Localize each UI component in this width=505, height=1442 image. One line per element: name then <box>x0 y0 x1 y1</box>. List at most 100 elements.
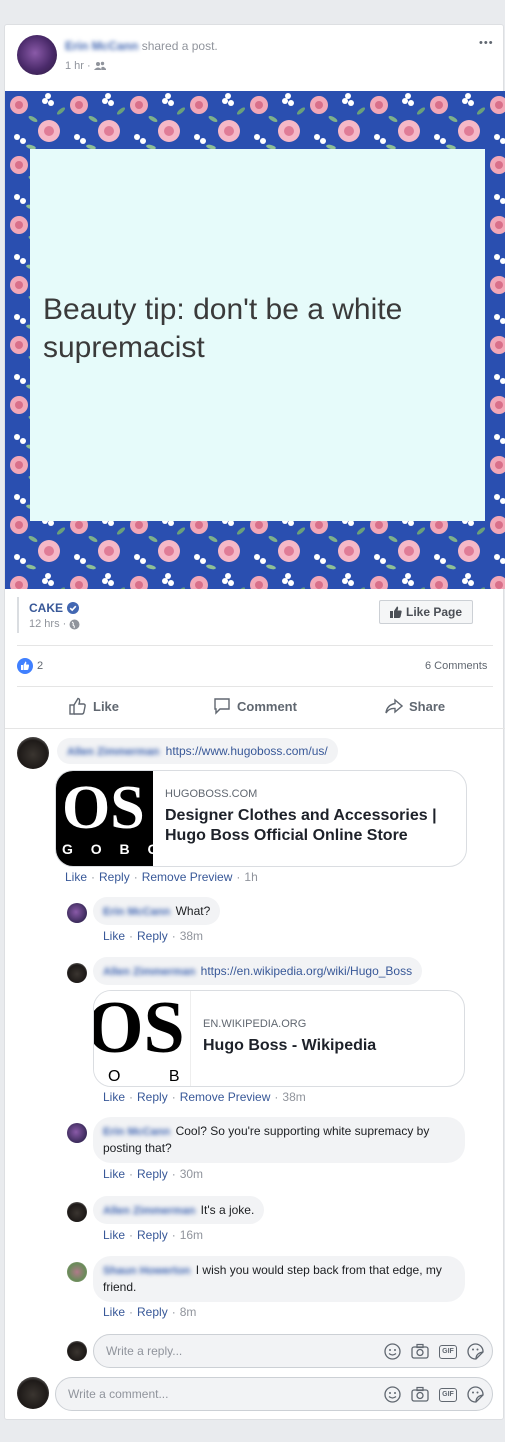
preview-domain: EN.WIKIPEDIA.ORG <box>203 1018 307 1030</box>
preview-text: HUGOBOSS.COM Designer Clothes and Access… <box>153 771 466 866</box>
like-action-button[interactable]: Like <box>69 697 119 715</box>
separator-dot: · <box>133 870 138 884</box>
separator-dot: · <box>129 1167 134 1181</box>
reply-reply-link[interactable]: Reply <box>137 1228 168 1242</box>
commenter-avatar[interactable] <box>17 737 49 769</box>
reply-time[interactable]: 8m <box>180 1305 197 1319</box>
reply-author[interactable]: Erin McCann <box>103 1126 170 1138</box>
like-page-button[interactable]: Like Page <box>379 600 473 624</box>
separator-dot: · <box>91 870 96 884</box>
link-preview-card[interactable]: OS G O B O HUGOBOSS.COM Designer Clothes… <box>55 770 467 867</box>
post-action-text: shared a post. <box>141 39 218 53</box>
author-avatar[interactable] <box>17 35 57 75</box>
post-time[interactable]: 1 hr <box>65 60 84 72</box>
page-name[interactable]: CAKE <box>29 601 63 615</box>
replier-avatar[interactable] <box>67 903 87 923</box>
separator-dot: · <box>129 1305 134 1319</box>
reply-actions: Like · Reply · Remove Preview · 38m <box>103 1090 306 1104</box>
reply-text: It's a joke. <box>200 1203 255 1217</box>
reply-time[interactable]: 38m <box>180 929 203 943</box>
post-card: Erin McCann shared a post. 1 hr · ••• Be… <box>4 24 505 1420</box>
reply-time[interactable]: 30m <box>180 1167 203 1181</box>
reply-time[interactable]: 38m <box>282 1090 305 1104</box>
reply-bubble: Shaun Howerton I wish you would step bac… <box>93 1256 465 1302</box>
replier-avatar[interactable] <box>67 1262 87 1282</box>
replier-avatar[interactable] <box>67 963 87 983</box>
reply-like-link[interactable]: Like <box>103 1167 125 1181</box>
logo-big-text: OS <box>62 774 145 842</box>
reply-actions: Like · Reply · 38m <box>103 929 203 943</box>
replier-avatar[interactable] <box>67 1202 87 1222</box>
comment-author[interactable]: Allen Zimmerman <box>67 746 159 758</box>
reply-link[interactable]: https://en.wikipedia.org/wiki/Hugo_Boss <box>201 964 412 978</box>
logo-small-text: G O B O <box>62 841 153 857</box>
reply-author[interactable]: Erin McCann <box>103 906 170 918</box>
reply-like-link[interactable]: Like <box>103 929 125 943</box>
divider <box>5 728 505 729</box>
separator-dot: · <box>171 1090 176 1104</box>
reply-bubble: Allen Zimmerman It's a joke. <box>93 1196 265 1224</box>
verified-badge-icon <box>67 602 80 614</box>
gif-icon[interactable]: GIF <box>439 1387 457 1402</box>
replier-avatar[interactable] <box>67 1123 87 1143</box>
camera-icon[interactable] <box>411 1386 429 1403</box>
share-action-button[interactable]: Share <box>385 697 445 715</box>
link-preview-card[interactable]: OS O B EN.WIKIPEDIA.ORG Hugo Boss - Wiki… <box>93 990 465 1087</box>
reply-reply-link[interactable]: Reply <box>137 929 168 943</box>
reply-like-link[interactable]: Like <box>103 1090 125 1104</box>
reply-input[interactable]: Write a reply... GIF <box>93 1334 493 1368</box>
reply-reply-link[interactable]: Reply <box>137 1090 168 1104</box>
comment-placeholder: Write a comment... <box>68 1387 169 1401</box>
remove-preview-link[interactable]: Remove Preview <box>180 1090 271 1104</box>
sticker-icon[interactable] <box>467 1343 484 1360</box>
reply-text: What? <box>175 904 211 918</box>
separator-dot: · <box>62 618 67 630</box>
reply-author[interactable]: Allen Zimmerman <box>103 966 195 978</box>
preview-text: EN.WIKIPEDIA.ORG Hugo Boss - Wikipedia <box>191 991 388 1086</box>
reply-author[interactable]: Allen Zimmerman <box>103 1205 195 1217</box>
separator-dot: · <box>171 1167 176 1181</box>
page-name-row: CAKE <box>29 601 80 615</box>
reply-reply-link[interactable]: Reply <box>137 1167 168 1181</box>
page-meta: 12 hrs · <box>29 618 80 630</box>
separator-dot: · <box>171 1228 176 1242</box>
reactions-summary[interactable]: 2 <box>17 658 43 674</box>
reaction-count: 2 <box>37 660 44 672</box>
reply-actions: Like · Reply · 16m <box>103 1228 203 1242</box>
preview-domain: HUGOBOSS.COM <box>165 788 258 800</box>
comment-action-button[interactable]: Comment <box>213 697 297 715</box>
author-name[interactable]: Erin McCann <box>65 39 138 53</box>
comment-time[interactable]: 1h <box>244 870 257 884</box>
comments-count[interactable]: 6 Comments <box>425 660 487 672</box>
current-user-avatar <box>17 1377 49 1409</box>
reply-author[interactable]: Shaun Howerton <box>103 1265 190 1277</box>
comment-like-link[interactable]: Like <box>65 870 87 884</box>
post-header-line: Erin McCann shared a post. <box>65 39 218 53</box>
separator-dot: · <box>171 929 176 943</box>
reply-like-link[interactable]: Like <box>103 1228 125 1242</box>
friends-icon <box>93 61 106 71</box>
more-options-button[interactable]: ••• <box>479 37 494 49</box>
separator-dot: · <box>86 60 91 72</box>
divider <box>17 686 493 687</box>
comment-input-tools: GIF <box>376 1386 484 1403</box>
reply-like-link[interactable]: Like <box>103 1305 125 1319</box>
like-reaction-icon <box>17 658 33 674</box>
reply-time[interactable]: 16m <box>180 1228 203 1242</box>
reply-bubble: Erin McCann Cool? So you're supporting w… <box>93 1117 465 1163</box>
comment-reply-link[interactable]: Reply <box>99 870 130 884</box>
comment-link[interactable]: https://www.hugoboss.com/us/ <box>166 744 328 758</box>
gif-icon[interactable]: GIF <box>439 1344 457 1359</box>
reply-input-tools: GIF <box>376 1343 484 1360</box>
post-meta: 1 hr · <box>65 60 106 72</box>
shared-image[interactable]: Beauty tip: don't be a white supremacist <box>5 91 505 589</box>
reply-reply-link[interactable]: Reply <box>137 1305 168 1319</box>
page-time[interactable]: 12 hrs <box>29 618 60 630</box>
sticker-icon[interactable] <box>467 1386 484 1403</box>
remove-preview-link[interactable]: Remove Preview <box>142 870 233 884</box>
camera-icon[interactable] <box>411 1343 429 1360</box>
emoji-icon[interactable] <box>384 1386 401 1403</box>
reply-actions: Like · Reply · 8m <box>103 1305 196 1319</box>
emoji-icon[interactable] <box>384 1343 401 1360</box>
comment-input[interactable]: Write a comment... GIF <box>55 1377 493 1411</box>
